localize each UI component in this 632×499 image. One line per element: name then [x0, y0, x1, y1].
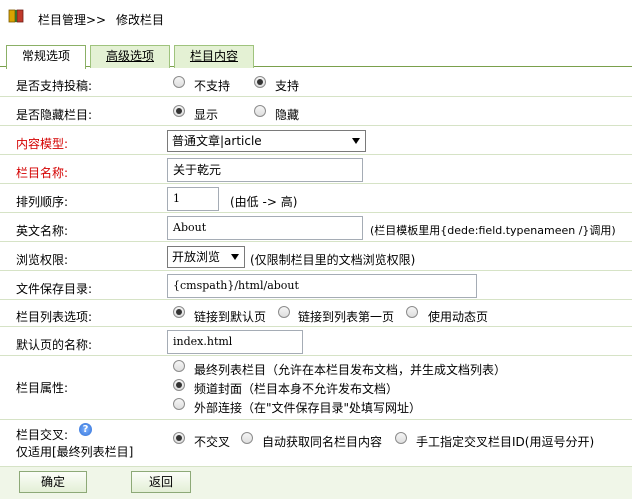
cross-auto-radio[interactable] — [241, 432, 253, 444]
attr-link-radio[interactable] — [173, 398, 185, 410]
row-attr: 栏目属性: 最终列表栏目（允许在本栏目发布文档，并生成文档列表） 频道封面（栏目… — [0, 356, 632, 420]
row-defpage: 默认页的名称: index.html — [0, 327, 632, 356]
order-input[interactable]: 1 — [167, 187, 219, 211]
cross-none-radio[interactable] — [173, 432, 185, 444]
perm-select-value: 开放浏览 — [172, 250, 221, 264]
hidden-show-radio[interactable] — [173, 105, 185, 117]
row-model: 内容模型: 普通文章|article — [0, 126, 632, 155]
tab-advanced-label: 高级选项 — [105, 49, 154, 63]
row-order: 排列顺序: 1 (由低 -> 高) — [0, 184, 632, 213]
model-select-value: 普通文章|article — [172, 134, 262, 148]
chevron-down-icon — [231, 254, 239, 260]
row-dir: 文件保存目录: {cmspath}/html/about — [0, 271, 632, 300]
submit-yes-radio[interactable] — [254, 76, 266, 88]
cross-manual-radio[interactable] — [395, 432, 407, 444]
breadcrumb: 栏目管理>> 修改栏目 — [38, 11, 170, 28]
listopt-dynamic-radio[interactable] — [406, 306, 418, 318]
attr-link-label: 外部连接（在"文件保存目录"处填写网址） — [194, 401, 422, 415]
perm-select[interactable]: 开放浏览 — [167, 246, 245, 268]
breadcrumb-section[interactable]: 栏目管理>> — [38, 13, 106, 27]
cross-none-label: 不交叉 — [194, 435, 231, 449]
listopt-default-label: 链接到默认页 — [194, 310, 267, 324]
dir-input[interactable]: {cmspath}/html/about — [167, 274, 477, 298]
row-cross: 栏目交叉: ? 仅适用[最终列表栏目] 不交叉 自动获取同名栏目内容 手工指定交… — [0, 420, 632, 460]
model-select[interactable]: 普通文章|article — [167, 130, 366, 152]
listopt-label: 栏目列表选项: — [16, 310, 93, 324]
form-footer: 确定 返回 — [0, 466, 632, 499]
row-hidden: 是否隐藏栏目: 显示 隐藏 — [0, 97, 632, 126]
ok-button[interactable]: 确定 — [19, 471, 87, 493]
help-icon[interactable]: ? — [79, 423, 92, 436]
tab-content-label: 栏目内容 — [189, 49, 238, 63]
attr-channel-label: 频道封面（栏目本身不允许发布文档） — [194, 382, 399, 396]
model-label: 内容模型: — [16, 137, 69, 151]
name-input[interactable]: 关于乾元 — [167, 158, 363, 182]
ename-input[interactable]: About — [167, 216, 363, 240]
submit-no-radio[interactable] — [173, 76, 185, 88]
name-label: 栏目名称: — [16, 166, 69, 180]
submit-yes-label: 支持 — [275, 79, 300, 93]
page-header: 栏目管理>> 修改栏目 — [0, 0, 632, 36]
ename-label: 英文名称: — [16, 224, 69, 238]
hidden-hide-label: 隐藏 — [275, 108, 300, 122]
perm-note: (仅限制栏目里的文档浏览权限) — [250, 253, 416, 267]
order-label: 排列顺序: — [16, 195, 69, 209]
cross-label-note: 仅适用[最终列表栏目] — [16, 445, 134, 459]
hidden-show-label: 显示 — [194, 108, 219, 122]
row-listopt: 栏目列表选项: 链接到默认页 链接到列表第一页 使用动态页 — [0, 300, 632, 327]
tab-advanced[interactable]: 高级选项 — [90, 45, 170, 68]
hidden-label: 是否隐藏栏目: — [16, 108, 93, 122]
listopt-dynamic-label: 使用动态页 — [428, 310, 489, 324]
submit-label: 是否支持投稿: — [16, 79, 93, 93]
book-icon — [8, 9, 24, 23]
order-note: (由低 -> 高) — [230, 195, 298, 209]
perm-label: 浏览权限: — [16, 253, 69, 267]
chevron-down-icon — [352, 138, 360, 144]
tab-bar: 常规选项 高级选项 栏目内容 — [0, 43, 632, 69]
breadcrumb-current: 修改栏目 — [115, 13, 164, 27]
cross-auto-label: 自动获取同名栏目内容 — [262, 435, 383, 449]
ename-note: (栏目模板里用{dede:field.typenameen /}调用) — [370, 224, 616, 237]
attr-channel-radio[interactable] — [173, 379, 185, 391]
defpage-label: 默认页的名称: — [16, 338, 93, 352]
row-perm: 浏览权限: 开放浏览 (仅限制栏目里的文档浏览权限) — [0, 242, 632, 271]
listopt-first-label: 链接到列表第一页 — [298, 310, 395, 324]
listopt-default-radio[interactable] — [173, 306, 185, 318]
back-button[interactable]: 返回 — [131, 471, 191, 493]
attr-final-radio[interactable] — [173, 360, 185, 372]
listopt-first-radio[interactable] — [278, 306, 290, 318]
defpage-input[interactable]: index.html — [167, 330, 303, 354]
dir-label: 文件保存目录: — [16, 282, 93, 296]
attr-final-label: 最终列表栏目（允许在本栏目发布文档，并生成文档列表） — [194, 363, 507, 377]
cross-manual-label: 手工指定交叉栏目ID(用逗号分开) — [416, 435, 595, 449]
row-ename: 英文名称: About (栏目模板里用{dede:field.typenamee… — [0, 213, 632, 242]
tab-general[interactable]: 常规选项 — [6, 45, 86, 69]
submit-no-label: 不支持 — [194, 79, 231, 93]
row-submit: 是否支持投稿: 不支持 支持 — [0, 68, 632, 97]
row-name: 栏目名称: 关于乾元 — [0, 155, 632, 184]
attr-label: 栏目属性: — [16, 381, 69, 395]
cross-label: 栏目交叉: — [16, 428, 69, 442]
tab-general-label: 常规选项 — [21, 49, 70, 63]
hidden-hide-radio[interactable] — [254, 105, 266, 117]
tab-content[interactable]: 栏目内容 — [174, 45, 254, 68]
